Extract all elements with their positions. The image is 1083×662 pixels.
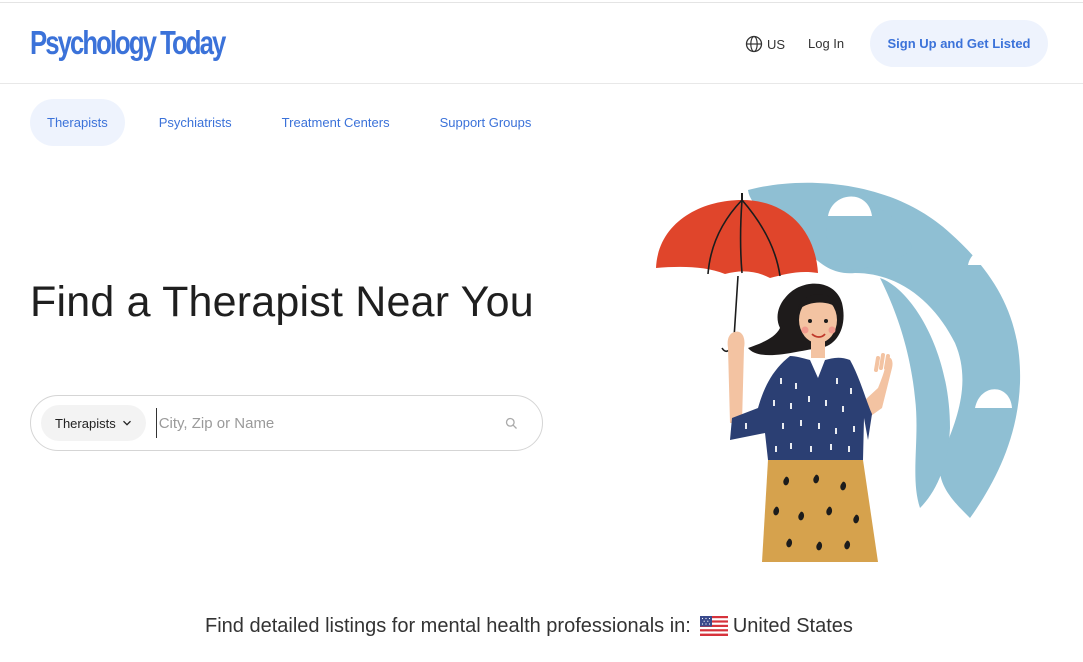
search-bar: Therapists — [30, 395, 543, 451]
country-link[interactable]: United States — [733, 615, 853, 638]
chevron-down-icon — [122, 420, 131, 426]
login-link[interactable]: Log In — [808, 36, 844, 51]
tab-therapists[interactable]: Therapists — [30, 99, 125, 146]
tab-support-groups[interactable]: Support Groups — [440, 99, 532, 146]
tab-treatment-centers[interactable]: Treatment Centers — [282, 99, 390, 146]
signup-button[interactable]: Sign Up and Get Listed — [870, 20, 1048, 67]
region-selector[interactable]: US — [745, 33, 785, 55]
directory-tabs: Therapists Psychiatrists Treatment Cente… — [30, 99, 531, 146]
search-type-dropdown[interactable]: Therapists — [41, 405, 146, 441]
globe-icon — [745, 35, 763, 53]
country-listing-line: Find detailed listings for mental health… — [205, 612, 853, 640]
woman-with-umbrella-illustration — [656, 182, 1021, 562]
logo-text: Psychology Today — [30, 24, 226, 61]
region-label: US — [767, 36, 786, 52]
logo[interactable]: Psychology Today — [30, 23, 279, 63]
site-header: Psychology Today US Log In Sign Up and G… — [0, 3, 1083, 84]
page-title: Find a Therapist Near You — [30, 278, 534, 326]
tab-psychiatrists[interactable]: Psychiatrists — [159, 99, 232, 146]
us-flag-icon — [699, 616, 728, 636]
search-input[interactable] — [155, 408, 486, 438]
listing-prefix: Find detailed listings for mental health… — [205, 614, 691, 637]
search-icon[interactable] — [505, 417, 518, 430]
search-type-label: Therapists — [55, 415, 116, 431]
